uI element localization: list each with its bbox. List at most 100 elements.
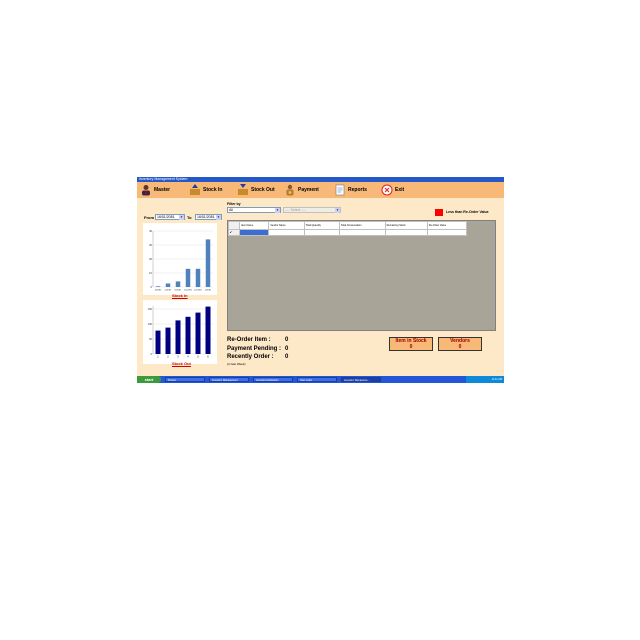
table-cell[interactable]: [268, 229, 305, 236]
x-tick-label: 5/2081: [165, 290, 172, 292]
chevron-down-icon: ▼: [275, 208, 280, 213]
bar: [175, 281, 181, 287]
bar: [165, 327, 171, 354]
bar: [155, 286, 161, 287]
y-tick-label: 0: [151, 352, 153, 356]
bar: [155, 330, 161, 354]
menu-stock-out[interactable]: Stock Out: [237, 183, 275, 197]
to-date-value: 16/01/2081: [197, 215, 215, 219]
column-total-consumation[interactable]: Total Consumation: [338, 221, 386, 230]
menu-payment[interactable]: Payment: [284, 183, 319, 197]
payment-pending-label: Payment Pending :: [227, 346, 282, 352]
chevron-down-icon: ▼: [335, 208, 340, 213]
chevron-down-icon: ▼: [216, 215, 221, 220]
column-item-name[interactable]: Item Name: [238, 221, 270, 230]
x-tick-label: 1: [157, 355, 159, 359]
table-cell[interactable]: [338, 229, 386, 236]
menu-payment-label: Payment: [298, 187, 319, 193]
table-cell[interactable]: [426, 229, 468, 236]
filter-select[interactable]: All ▼: [227, 207, 281, 213]
x-tick-label: 5: [197, 355, 199, 359]
chevron-down-icon: ▼: [179, 215, 184, 220]
y-tick-label: 150: [148, 307, 153, 311]
bar: [165, 283, 171, 287]
box-out-icon: [238, 184, 248, 195]
y-tick-label: 50: [149, 337, 152, 341]
y-tick-label: 0: [151, 285, 153, 289]
bar: [185, 268, 191, 287]
legend-text: Less than Re-Order Value: [446, 210, 489, 214]
taskbar-item-active[interactable]: Inventory Manageme...: [341, 377, 381, 382]
x-tick-label: 4/2081: [155, 290, 162, 292]
y-tick-label: 10: [149, 271, 152, 275]
column-vendor-name[interactable]: Vendor Name: [268, 221, 305, 230]
box-in-icon: [190, 184, 200, 195]
menu-bar: Master Stock In Stock Out Payment Report…: [137, 182, 504, 198]
menu-master-label: Master: [154, 187, 171, 193]
stock-out-chart: 0 50 100 150 1 2 3 4 5 6: [148, 306, 213, 359]
stock-out-chart-link[interactable]: Stock Out: [172, 361, 191, 366]
to-label: To: [187, 215, 192, 220]
x-tick-label: 10/2081: [184, 290, 193, 292]
bar: [205, 306, 211, 354]
payment-icon: [286, 184, 294, 196]
column-reorder-value[interactable]: Re-Order Value: [426, 221, 468, 230]
menu-stock-in[interactable]: Stock In: [189, 183, 222, 197]
recent-order-label: Recently Order :: [227, 354, 274, 360]
taskbar-item[interactable]: User Login: [297, 377, 337, 382]
bar: [185, 316, 191, 354]
item-in-stock-box[interactable]: Item in Stock 0: [389, 337, 433, 351]
table-cell[interactable]: [384, 229, 428, 236]
stock-in-chart: 0 10 20 30 40 4/2081 5/2081 6/2081 10/2081 12/208…: [149, 229, 213, 292]
stock-in-chart-panel: 0 10 20 30 40 4/2081 5/2081 6/2081 10/2081 12/208…: [143, 223, 217, 295]
start-button[interactable]: start: [137, 376, 161, 383]
x-tick-label: 4: [187, 355, 189, 359]
reorder-value: 0: [285, 337, 289, 343]
recent-order-note: (In last Week): [227, 362, 246, 366]
from-date-picker[interactable]: 16/01/2081 ▼: [155, 214, 185, 220]
window-title: Inventory Management System: [139, 177, 188, 181]
menu-exit[interactable]: Exit: [381, 183, 404, 197]
user-icon: [142, 185, 150, 196]
start-label: start: [144, 377, 154, 382]
to-date-picker[interactable]: 16/01/2081 ▼: [195, 214, 222, 220]
menu-master[interactable]: Master: [140, 183, 170, 197]
row-header-corner: [228, 221, 240, 230]
column-remaining-stock[interactable]: Remaining Stock: [384, 221, 428, 230]
x-tick-label: 1/2081: [205, 290, 212, 292]
taskbar-item[interactable]: Project: [165, 377, 205, 382]
vendors-value: 0: [458, 344, 462, 350]
desktop-screen: Inventory Management System Master Stock…: [137, 177, 504, 383]
from-label: From: [144, 215, 154, 220]
stock-grid[interactable]: Item Name Vendor Name Total Quantity Tot…: [227, 220, 496, 331]
bar: [205, 239, 211, 287]
column-total-quantity[interactable]: Total Quantity: [303, 221, 340, 230]
vendors-box[interactable]: Vendors 0: [438, 337, 482, 351]
x-tick-label: 3: [177, 355, 179, 359]
y-tick-label: 40: [149, 229, 152, 233]
system-tray: 11:41 AM: [466, 376, 504, 383]
payment-pending-value: 0: [285, 346, 289, 352]
y-tick-label: 20: [149, 257, 152, 261]
table-row[interactable]: ▸*: [228, 229, 468, 236]
stock-in-chart-link[interactable]: Stock In: [172, 293, 188, 298]
table-cell[interactable]: [303, 229, 340, 236]
table-cell[interactable]: [238, 229, 270, 236]
menu-exit-label: Exit: [395, 187, 405, 193]
taskbar-item[interactable]: InventoryApplication: [253, 377, 293, 382]
menu-reports[interactable]: Reports: [334, 183, 367, 197]
item-in-stock-value: 0: [409, 344, 413, 350]
y-tick-label: 30: [149, 243, 152, 247]
menu-stock-in-label: Stock In: [203, 187, 223, 193]
filter-value: All: [229, 208, 233, 212]
menu-reports-label: Reports: [348, 187, 367, 193]
clock: 11:41 AM: [491, 378, 502, 381]
filter-secondary-value: ---- Select ----: [285, 208, 306, 212]
x-tick-label: 6: [207, 355, 209, 359]
taskbar-item[interactable]: Inventory Management: [209, 377, 249, 382]
bar: [175, 320, 181, 354]
x-tick-label: 6/2081: [175, 290, 182, 292]
filter-secondary-select[interactable]: ---- Select ---- ▼: [283, 207, 341, 213]
from-date-value: 16/01/2081: [157, 215, 175, 219]
x-tick-label: 2: [167, 355, 169, 359]
